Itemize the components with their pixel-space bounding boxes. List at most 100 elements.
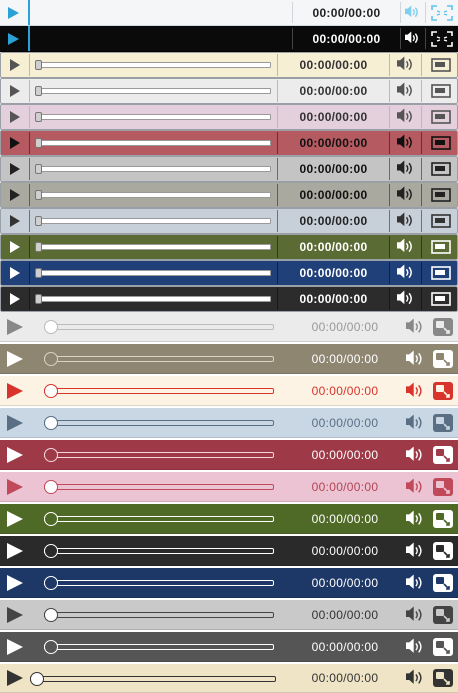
progress-indicator[interactable]: [28, 0, 30, 25]
progress-indicator[interactable]: [28, 26, 30, 51]
volume-button[interactable]: [390, 235, 421, 259]
seek-bar[interactable]: [30, 671, 276, 686]
seek-handle[interactable]: [44, 352, 58, 366]
seek-handle[interactable]: [44, 576, 58, 590]
play-button[interactable]: [1, 235, 29, 259]
seek-bar[interactable]: [44, 544, 274, 558]
play-button[interactable]: [0, 568, 30, 597]
seek-handle[interactable]: [44, 512, 58, 526]
fullscreen-button[interactable]: [422, 157, 458, 181]
seek-handle[interactable]: [35, 242, 42, 252]
volume-button[interactable]: [400, 344, 430, 373]
fullscreen-button[interactable]: [422, 209, 458, 233]
seek-handle[interactable]: [30, 671, 44, 686]
seek-bar[interactable]: [44, 448, 274, 462]
play-button[interactable]: [0, 376, 30, 405]
seek-handle[interactable]: [44, 448, 58, 462]
seek-bar[interactable]: [35, 138, 271, 148]
play-button[interactable]: [1, 53, 29, 77]
play-button[interactable]: [0, 440, 30, 469]
volume-button[interactable]: [400, 408, 430, 437]
seek-bar[interactable]: [35, 268, 271, 278]
seek-handle[interactable]: [44, 320, 58, 334]
fullscreen-button[interactable]: [428, 504, 458, 533]
play-button[interactable]: [1, 183, 29, 207]
seek-handle[interactable]: [44, 416, 58, 430]
volume-button[interactable]: [400, 472, 430, 501]
play-button[interactable]: [0, 600, 30, 629]
volume-button[interactable]: [400, 664, 430, 692]
fullscreen-button[interactable]: [426, 26, 458, 51]
seek-bar[interactable]: [44, 480, 274, 494]
seek-bar[interactable]: [44, 320, 274, 334]
volume-button[interactable]: [400, 376, 430, 405]
play-button[interactable]: [1, 131, 29, 155]
seek-bar[interactable]: [35, 86, 271, 96]
fullscreen-button[interactable]: [422, 79, 458, 103]
fullscreen-button[interactable]: [422, 287, 458, 311]
play-button[interactable]: [1, 287, 29, 311]
seek-handle[interactable]: [35, 190, 42, 200]
seek-handle[interactable]: [44, 544, 58, 558]
seek-bar[interactable]: [35, 190, 271, 200]
seek-bar[interactable]: [35, 112, 271, 122]
seek-bar[interactable]: [44, 512, 274, 526]
seek-handle[interactable]: [44, 384, 58, 398]
fullscreen-button[interactable]: [428, 344, 458, 373]
volume-button[interactable]: [390, 131, 421, 155]
seek-handle[interactable]: [44, 608, 58, 622]
seek-bar[interactable]: [44, 576, 274, 590]
seek-bar[interactable]: [35, 242, 271, 252]
play-button[interactable]: [1, 105, 29, 129]
fullscreen-button[interactable]: [428, 376, 458, 405]
fullscreen-button[interactable]: [428, 632, 458, 661]
fullscreen-button[interactable]: [422, 105, 458, 129]
volume-button[interactable]: [390, 261, 421, 285]
seek-bar[interactable]: [44, 608, 274, 622]
volume-button[interactable]: [400, 312, 430, 341]
fullscreen-button[interactable]: [422, 131, 458, 155]
fullscreen-button[interactable]: [422, 235, 458, 259]
play-button[interactable]: [0, 632, 30, 661]
play-button[interactable]: [0, 536, 30, 565]
fullscreen-button[interactable]: [428, 664, 458, 692]
seek-bar[interactable]: [44, 384, 274, 398]
seek-bar[interactable]: [35, 164, 271, 174]
volume-button[interactable]: [401, 26, 425, 51]
seek-handle[interactable]: [35, 294, 42, 304]
fullscreen-button[interactable]: [426, 0, 458, 25]
volume-button[interactable]: [401, 0, 425, 25]
volume-button[interactable]: [390, 287, 421, 311]
play-button[interactable]: [0, 664, 30, 692]
fullscreen-button[interactable]: [422, 261, 458, 285]
seek-bar[interactable]: [35, 294, 271, 304]
seek-handle[interactable]: [35, 268, 42, 278]
seek-handle[interactable]: [44, 640, 58, 654]
play-button[interactable]: [0, 408, 30, 437]
fullscreen-button[interactable]: [428, 536, 458, 565]
play-button[interactable]: [0, 344, 30, 373]
volume-button[interactable]: [390, 209, 421, 233]
seek-handle[interactable]: [35, 138, 42, 148]
volume-button[interactable]: [390, 157, 421, 181]
play-button[interactable]: [0, 472, 30, 501]
volume-button[interactable]: [390, 79, 421, 103]
seek-bar[interactable]: [35, 216, 271, 226]
play-button[interactable]: [1, 209, 29, 233]
volume-button[interactable]: [400, 568, 430, 597]
fullscreen-button[interactable]: [428, 312, 458, 341]
fullscreen-button[interactable]: [428, 568, 458, 597]
play-button[interactable]: [1, 79, 29, 103]
play-button[interactable]: [0, 312, 30, 341]
play-button[interactable]: [1, 157, 29, 181]
seek-handle[interactable]: [35, 60, 42, 70]
volume-button[interactable]: [390, 105, 421, 129]
fullscreen-button[interactable]: [422, 183, 458, 207]
seek-bar[interactable]: [44, 416, 274, 430]
seek-handle[interactable]: [35, 86, 42, 96]
seek-bar[interactable]: [44, 640, 274, 654]
fullscreen-button[interactable]: [428, 472, 458, 501]
volume-button[interactable]: [400, 504, 430, 533]
play-button[interactable]: [0, 0, 26, 25]
play-button[interactable]: [1, 261, 29, 285]
